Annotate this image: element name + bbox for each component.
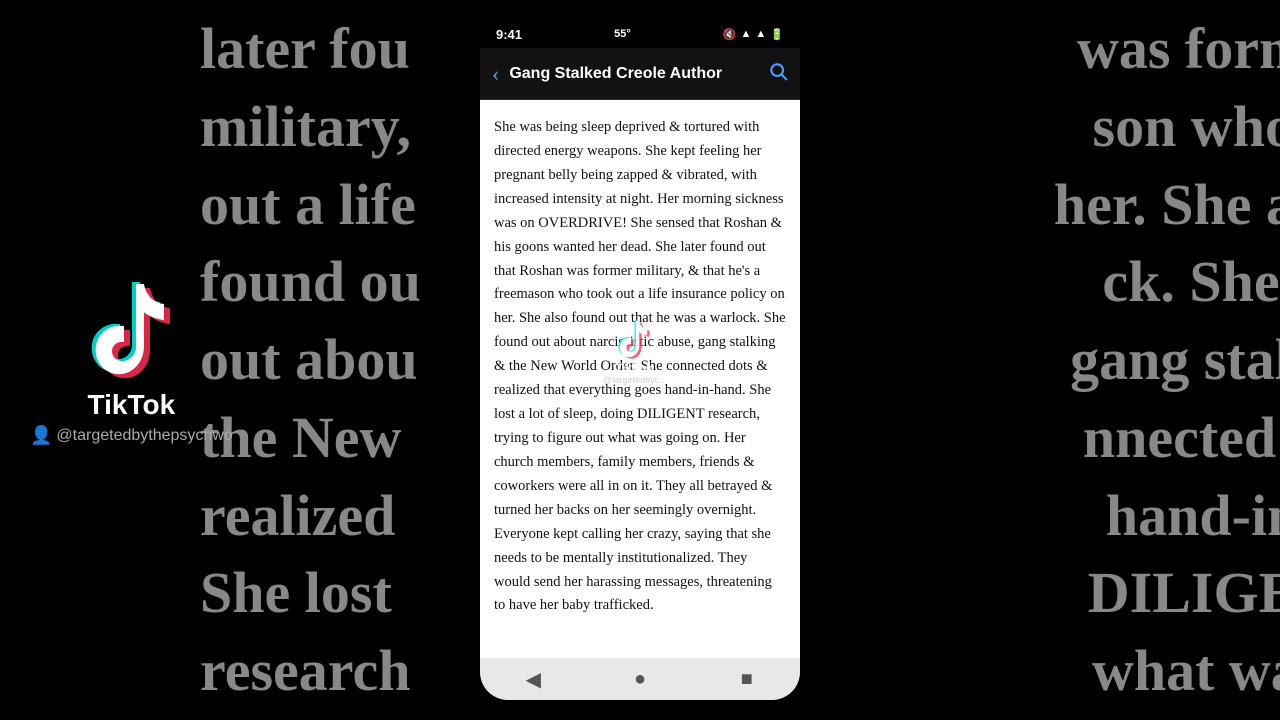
nav-back-button[interactable]: ◀ bbox=[513, 659, 553, 699]
status-bar: 9:41 55° 🔇 ▲ ▲ 🔋 bbox=[480, 20, 800, 48]
header-title: Gang Stalked Creole Author bbox=[509, 65, 758, 83]
tiktok-username: 👤 @targetedbythepsychwo bbox=[30, 425, 233, 446]
nav-home-button[interactable]: ● bbox=[620, 659, 660, 699]
app-header: ‹ Gang Stalked Creole Author bbox=[480, 48, 800, 100]
battery-icon: 🔋 bbox=[770, 28, 784, 41]
status-temp: 55° bbox=[614, 28, 631, 40]
signal-icon: ▲ bbox=[755, 28, 766, 40]
tiktok-name-label: TikTok bbox=[88, 389, 176, 421]
status-time: 9:41 bbox=[496, 27, 522, 42]
search-button[interactable] bbox=[768, 61, 788, 87]
mute-icon: 🔇 bbox=[723, 28, 737, 41]
status-icons: 🔇 ▲ ▲ 🔋 bbox=[723, 28, 784, 41]
tiktok-logo-icon bbox=[76, 274, 186, 384]
nav-recents-button[interactable]: ■ bbox=[727, 659, 767, 699]
phone-container: 9:41 55° 🔇 ▲ ▲ 🔋 ‹ Gang Stalked Creole A… bbox=[480, 20, 800, 700]
wifi-icon: ▲ bbox=[741, 28, 752, 40]
tiktok-branding: TikTok 👤 @targetedbythepsychwo bbox=[30, 274, 233, 446]
article-content: She was being sleep deprived & tortured … bbox=[480, 100, 800, 658]
bottom-nav: ◀ ● ■ bbox=[480, 658, 800, 700]
back-button[interactable]: ‹ bbox=[492, 61, 499, 87]
article-body: She was being sleep deprived & tortured … bbox=[494, 116, 786, 618]
